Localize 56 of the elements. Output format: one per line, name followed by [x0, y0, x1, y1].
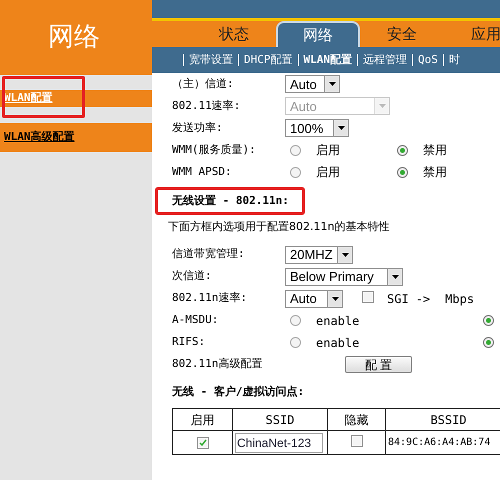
sidebar-title: 网络	[48, 21, 100, 54]
checkbox[interactable]	[350, 434, 362, 446]
dropdown[interactable]: 20MHZ	[285, 246, 353, 264]
radio-button[interactable]	[397, 144, 408, 156]
radio-button[interactable]	[290, 166, 301, 178]
field-label: 信道带宽管理:	[172, 246, 246, 262]
section-heading: 无线 - 客户/虚拟访问点:	[172, 384, 306, 400]
radio-button[interactable]	[290, 337, 301, 348]
column-header: 启用	[172, 408, 232, 430]
tab[interactable]: 状态	[192, 21, 276, 47]
option-label: SGI	[387, 290, 409, 308]
field-label: 802.11n高级配置	[172, 356, 264, 372]
dropdown[interactable]: Auto	[285, 75, 340, 93]
configure-button[interactable]: 配 置	[345, 356, 412, 373]
option-label: enable	[316, 312, 360, 330]
dropdown[interactable]: Auto	[285, 290, 343, 308]
ssid-field[interactable]: ChinaNet-123	[235, 432, 323, 452]
subnav-link[interactable]: QoS	[418, 52, 438, 68]
field-label: 802.11n速率:	[172, 290, 248, 306]
field-label: RIFS:	[172, 334, 206, 350]
field-label: 802.11速率:	[172, 98, 242, 114]
field-label: 次信道:	[172, 268, 213, 284]
section-description: 下面方框内选项用于配置802.11n的基本特性	[168, 219, 390, 235]
subnav-link[interactable]: 远程管理	[363, 52, 407, 68]
radio-button[interactable]	[290, 144, 301, 156]
subnav-link[interactable]: 时	[448, 52, 460, 68]
field-label: （主）信道:	[172, 76, 235, 92]
column-header: BSSID	[386, 408, 500, 430]
field-label: WMM APSD:	[172, 164, 233, 180]
tab[interactable]: 网络	[276, 21, 360, 47]
radio-button[interactable]	[483, 315, 494, 326]
checkbox[interactable]	[196, 436, 208, 448]
dropdown[interactable]: 100%	[285, 119, 349, 137]
subnav-link[interactable]: 宽带设置	[189, 52, 233, 68]
option-label: enable	[316, 334, 360, 352]
option-label: 禁用	[423, 142, 447, 159]
field-label: 发送功率:	[172, 120, 224, 136]
radio-button[interactable]	[290, 315, 301, 326]
radio-button[interactable]	[483, 337, 494, 348]
column-header: SSID	[232, 408, 328, 430]
radio-button[interactable]	[397, 166, 408, 178]
dropdown[interactable]: Below Primary	[285, 268, 403, 286]
subnav-link[interactable]: DHCP配置	[244, 52, 292, 68]
unit-label: Mbps	[445, 290, 474, 308]
field-label: WMM(服务质量):	[172, 142, 257, 158]
option-label: 禁用	[423, 164, 447, 181]
checkbox[interactable]	[362, 290, 374, 302]
column-header: 隐藏	[328, 408, 386, 430]
option-label: 启用	[316, 142, 340, 159]
option-label: 启用	[316, 164, 340, 181]
tab[interactable]: 安全	[360, 21, 444, 47]
option-label: ->	[416, 290, 430, 308]
tab[interactable]: 应用	[444, 21, 500, 47]
subnav-link[interactable]: WLAN配置	[304, 52, 352, 68]
field-label: A-MSDU:	[172, 312, 220, 328]
section-heading: 无线设置 - 802.11n:	[172, 192, 289, 209]
